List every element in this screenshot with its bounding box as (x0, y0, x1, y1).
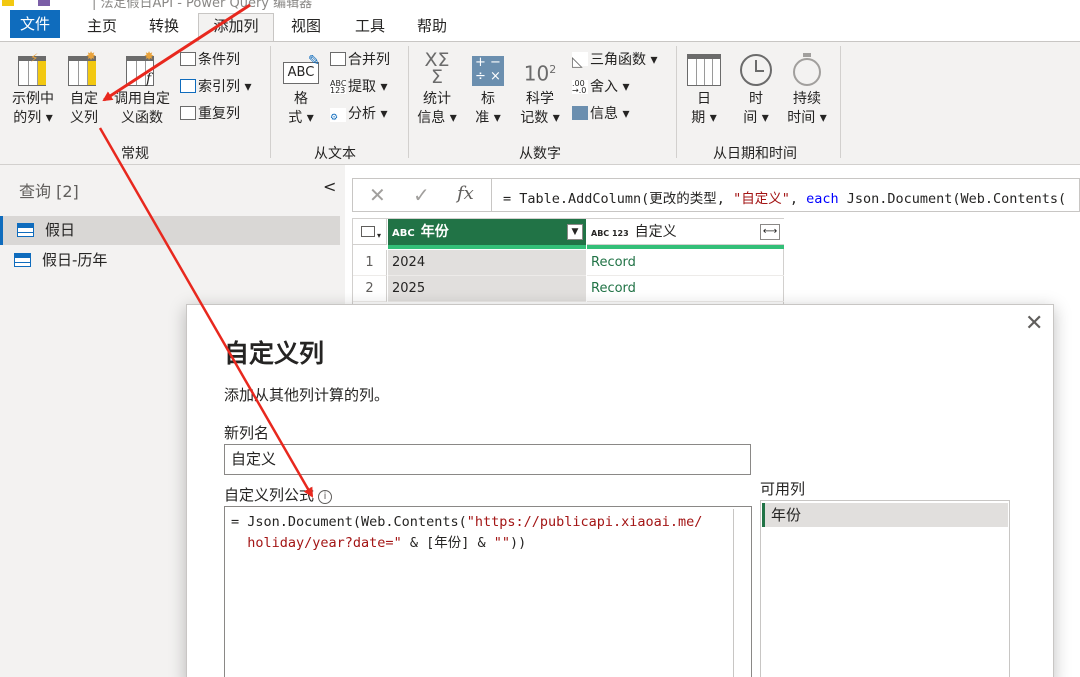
confirm-formula-icon[interactable]: ✓ (413, 183, 430, 207)
group-separator (840, 46, 841, 158)
tab-tools[interactable]: 工具 (348, 14, 392, 41)
rounding-icon: .00 →.0 (572, 79, 588, 95)
group-separator (270, 46, 271, 158)
row-number: 1 (353, 250, 387, 276)
duration-button[interactable]: 持续 时间 ▾ (784, 52, 830, 128)
merge-columns-icon (330, 52, 346, 66)
custom-formula-editor[interactable]: = Json.Document(Web.Contents("https://pu… (224, 506, 752, 677)
index-column-button[interactable]: 索引列 ▾ (180, 77, 251, 97)
statistics-button[interactable]: XΣ Σ 统计 信息 ▾ (414, 49, 460, 128)
scientific-button[interactable]: 102 科学 记数 ▾ (516, 52, 564, 128)
formula-divider (491, 179, 492, 212)
information-button[interactable]: 信息 ▾ (572, 104, 629, 124)
parse-icon: ⚙ (330, 108, 346, 123)
tab-transform[interactable]: 转换 (142, 14, 186, 41)
triangle-icon: ◺ (572, 52, 588, 70)
custom-column-icon: ✸ (62, 50, 106, 90)
index-column-icon (180, 79, 196, 93)
record-link[interactable]: Record (587, 276, 784, 302)
formula-code: = Json.Document(Web.Contents("https://pu… (231, 514, 703, 551)
merge-columns-button[interactable]: 合并列 (330, 50, 390, 70)
fx-icon[interactable]: fx (457, 183, 474, 204)
table-menu-icon[interactable]: ▾ (353, 219, 387, 245)
example-column-button[interactable]: ⚡ 示例中 的列 ▾ (6, 52, 60, 128)
query-item[interactable]: 假日 (0, 216, 340, 245)
group-label-from-text: 从文本 (314, 146, 356, 162)
available-columns-list: 年份 (760, 500, 1010, 677)
group-label-from-number: 从数字 (519, 146, 561, 162)
group-separator (408, 46, 409, 158)
format-button[interactable]: ABC ✎ 格 式 ▾ (280, 52, 322, 128)
new-column-name-label: 新列名 (224, 424, 270, 442)
column-quality-bar (388, 245, 586, 249)
table-cell[interactable]: 2024 (388, 250, 586, 276)
time-button[interactable]: 时 间 ▾ (736, 52, 776, 128)
tab-help[interactable]: 帮助 (410, 14, 454, 41)
conditional-column-button[interactable]: 条件列 (180, 50, 240, 70)
standard-button[interactable]: + − ÷ × 标 准 ▾ (466, 52, 510, 128)
tab-view[interactable]: 视图 (284, 14, 328, 41)
column-header-custom[interactable]: ABC 123 自定义 ⟷ (587, 219, 784, 245)
query-item[interactable]: 假日-历年 (0, 246, 340, 275)
invoke-function-icon: f ✸ (110, 50, 174, 90)
group-separator (676, 46, 677, 158)
tab-home[interactable]: 主页 (80, 14, 124, 41)
table-cell[interactable]: 2025 (388, 276, 586, 302)
queries-title: 查询 [2] (19, 182, 79, 201)
table-icon (14, 253, 31, 267)
format-abc-icon: ABC ✎ (280, 52, 322, 90)
title-bar: | 法定假日API - Power Query 编辑器 (0, 0, 1080, 10)
expand-column-icon[interactable]: ⟷ (760, 224, 780, 240)
ribbon: ⚡ 示例中 的列 ▾ ✸ 自定 义列 f ✸ 调用自定 义函数 条件列 索引列 … (0, 41, 1080, 165)
available-columns-label: 可用列 (760, 480, 806, 498)
data-grid: ▾ ABC 年份 ▼ ABC 123 自定义 ⟷ 1 2024 Record 2 2… (352, 218, 784, 308)
formula-label: 自定义列公式 i (224, 484, 333, 505)
formula-bar: ✕ ✓ fx = Table.AddColumn(更改的类型, "自定义", e… (352, 178, 1080, 212)
parse-button[interactable]: ⚙ 分析 ▾ (330, 104, 387, 124)
conditional-column-icon (180, 52, 196, 66)
collapse-pane-chevron-icon[interactable]: < (323, 177, 336, 196)
statistics-sigma-icon: XΣ Σ (424, 49, 450, 88)
column-quality-bar (587, 245, 784, 249)
extract-button[interactable]: ABC 123 提取 ▾ (330, 77, 387, 97)
dialog-subtitle: 添加从其他列计算的列。 (224, 386, 390, 404)
formula-input[interactable]: = Table.AddColumn(更改的类型, "自定义", each Jso… (503, 187, 1066, 207)
rounding-button[interactable]: .00 →.0 舍入 ▾ (572, 77, 629, 97)
duplicate-column-button[interactable]: 重复列 (180, 104, 240, 124)
dialog-title: 自定义列 (224, 339, 325, 368)
menu-bar: 文件 主页 转换 添加列 视图 工具 帮助 (0, 10, 1080, 42)
editor-scrollbar[interactable] (733, 509, 734, 677)
info-icon[interactable]: i (318, 490, 333, 504)
save-icon[interactable] (38, 0, 50, 6)
column-header-year[interactable]: ABC 年份 ▼ (388, 219, 586, 245)
standard-operators-icon: + − ÷ × (466, 52, 510, 90)
row-number: 2 (353, 276, 387, 302)
tab-add-column[interactable]: 添加列 (198, 13, 274, 42)
custom-column-dialog: ✕ 自定义列 添加从其他列计算的列。 新列名 自定义 自定义列公式 i = Jso… (186, 304, 1054, 677)
column-filter-dropdown-icon[interactable]: ▼ (567, 224, 583, 240)
new-column-name-input[interactable]: 自定义 (224, 444, 751, 475)
group-label-general: 常规 (121, 146, 149, 162)
example-column-icon: ⚡ (6, 52, 60, 90)
close-icon[interactable]: ✕ (1025, 311, 1043, 336)
table-icon (17, 223, 34, 237)
extract-abc123-icon: ABC 123 (330, 79, 347, 95)
powerbi-logo-icon (2, 0, 14, 6)
record-link[interactable]: Record (587, 250, 784, 276)
information-icon (572, 106, 588, 120)
date-button[interactable]: 日 期 ▾ (684, 52, 724, 128)
stopwatch-icon (784, 52, 830, 90)
available-column-item[interactable]: 年份 (762, 503, 1008, 527)
calendar-icon (684, 52, 724, 90)
custom-column-button[interactable]: ✸ 自定 义列 (62, 50, 106, 128)
clock-icon (736, 52, 776, 90)
trigonometry-button[interactable]: ◺ 三角函数 ▾ (572, 50, 657, 70)
cancel-formula-icon[interactable]: ✕ (369, 183, 386, 207)
tab-file[interactable]: 文件 (10, 10, 60, 38)
invoke-custom-function-button[interactable]: f ✸ 调用自定 义函数 (110, 50, 174, 128)
window-title: | 法定假日API - Power Query 编辑器 (92, 0, 313, 10)
scientific-power-icon: 102 (523, 61, 557, 86)
duplicate-column-icon (180, 106, 196, 120)
group-label-from-datetime: 从日期和时间 (713, 146, 797, 162)
